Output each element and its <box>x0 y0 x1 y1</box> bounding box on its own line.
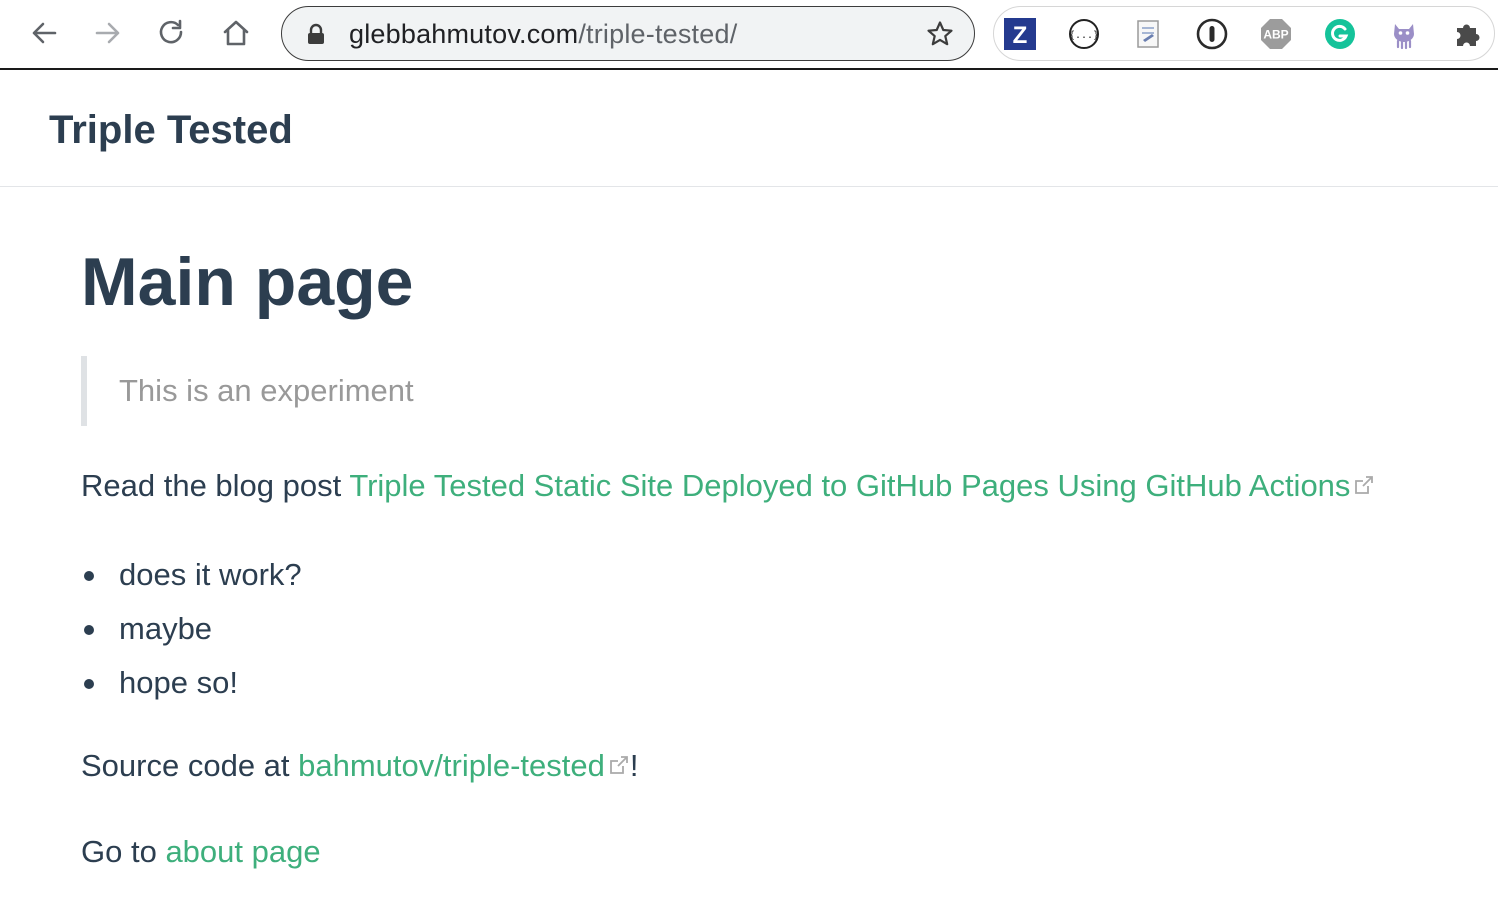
address-bar[interactable]: glebbahmutov.com/triple-tested/ <box>281 6 975 61</box>
list-item: maybe <box>81 602 302 656</box>
bullet-dot <box>84 571 94 581</box>
list-item-text: does it work? <box>119 557 302 592</box>
1password-icon <box>1196 18 1228 50</box>
forward-button[interactable] <box>88 13 128 53</box>
bullet-list: does it work? maybe hope so! <box>81 548 302 710</box>
svg-text:Z: Z <box>1013 22 1028 49</box>
bookmark-star-icon[interactable] <box>926 20 954 48</box>
arrow-right-icon <box>95 22 120 44</box>
external-link-icon <box>1355 475 1374 494</box>
source-prefix-text: Source code at <box>81 748 299 783</box>
site-navbar: Triple Tested <box>0 72 1498 187</box>
bullet-dot <box>84 625 94 635</box>
bullet-dot <box>84 679 94 689</box>
extensions-tray: Z {...} ABP <box>993 6 1495 61</box>
grammarly-extension[interactable] <box>1324 18 1356 50</box>
url-domain: glebbahmutov.com <box>349 19 579 49</box>
svg-text:ABP: ABP <box>1263 28 1288 42</box>
json-braces-icon: {...} <box>1069 19 1099 49</box>
url-text[interactable]: glebbahmutov.com/triple-tested/ <box>349 19 737 49</box>
list-item: does it work? <box>81 548 302 602</box>
goto-prefix-text: Go to <box>81 834 166 869</box>
external-link-icon <box>609 755 628 774</box>
svg-text:{...}: {...} <box>1069 30 1099 41</box>
notepad-icon <box>1137 20 1159 48</box>
browser-toolbar: glebbahmutov.com/triple-tested/ Z {...} <box>0 0 1498 70</box>
octotree-extension[interactable] <box>1388 18 1420 50</box>
back-button[interactable] <box>24 13 64 53</box>
list-item-text: hope so! <box>119 665 238 700</box>
blog-post-link[interactable]: Triple Tested Static Site Deployed to Gi… <box>349 468 1375 503</box>
json-viewer-extension[interactable]: {...} <box>1068 18 1100 50</box>
grammarly-icon <box>1325 19 1355 49</box>
source-code-link[interactable]: bahmutov/triple-tested <box>298 748 630 783</box>
page-title: Main page <box>81 244 414 320</box>
zotero-icon: Z <box>1004 18 1036 50</box>
blog-post-paragraph: Read the blog post Triple Tested Static … <box>81 466 1375 506</box>
quote-text: This is an experiment <box>119 373 414 408</box>
lock-icon <box>308 23 324 44</box>
blockquote: This is an experiment <box>81 356 414 426</box>
blog-post-link-text: Triple Tested Static Site Deployed to Gi… <box>349 468 1351 503</box>
page-notes-extension[interactable] <box>1132 18 1164 50</box>
home-button[interactable] <box>216 13 256 53</box>
source-code-paragraph: Source code at bahmutov/triple-tested! <box>81 746 638 786</box>
about-page-link[interactable]: about page <box>165 834 320 869</box>
adblock-plus-extension[interactable]: ABP <box>1260 18 1292 50</box>
octocat-icon <box>1394 24 1414 50</box>
reload-icon <box>159 19 183 44</box>
blog-prefix-text: Read the blog post <box>81 468 350 503</box>
reload-button[interactable] <box>152 13 192 53</box>
goto-paragraph: Go to about page <box>81 832 321 872</box>
url-path: /triple-tested/ <box>578 19 738 49</box>
source-code-link-text: bahmutov/triple-tested <box>298 748 605 783</box>
zotero-extension[interactable]: Z <box>1004 18 1036 50</box>
list-item-text: maybe <box>119 611 213 646</box>
extensions-menu-button[interactable] <box>1452 18 1484 50</box>
list-item: hope so! <box>81 656 302 710</box>
1password-extension[interactable] <box>1196 18 1228 50</box>
home-icon <box>223 20 249 46</box>
arrow-left-icon <box>32 22 57 44</box>
site-title-link[interactable]: Triple Tested <box>49 106 293 154</box>
abp-stop-sign-icon: ABP <box>1261 19 1291 49</box>
puzzle-piece-icon <box>1457 24 1480 46</box>
source-suffix-text: ! <box>629 748 639 783</box>
